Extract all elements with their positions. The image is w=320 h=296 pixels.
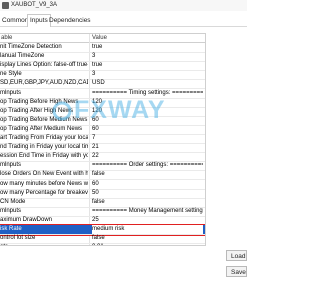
row-value[interactable]: 60 [92, 125, 203, 134]
table-header: able Value [0, 34, 205, 43]
row-value[interactable]: 120 [92, 98, 203, 107]
window-title: XAUBOT_V9_3A [11, 2, 58, 8]
row-value[interactable]: 3 [92, 52, 203, 61]
tab-dependencies[interactable]: Dependencies [47, 15, 93, 26]
row-value[interactable]: 21 [92, 143, 203, 152]
row-variable-name: SD,EUR,GBP,JPY,AUD,NZD,CAD,C... [0, 80, 88, 87]
row-value[interactable]: 25 [92, 216, 203, 225]
row-variable-name: op Trading After Medium News [0, 125, 83, 132]
row-value[interactable]: 7 [92, 134, 203, 143]
inputs-table: able Value nit TimeZone Detection true lan… [0, 33, 206, 246]
tab-strip: Common Inputs Dependencies [0, 14, 247, 27]
row-value[interactable]: false [92, 198, 203, 207]
row-variable-name: ow many Percentage for breakeven p... [0, 189, 88, 196]
row-variable-name: isplay Lines Option: false-off true-on [0, 62, 88, 69]
row-value[interactable]: 50 [92, 189, 203, 198]
row-value[interactable]: 0.01 [92, 243, 203, 245]
row-value[interactable]: true [92, 43, 203, 52]
row-variable-name: ots [0, 243, 88, 245]
row-variable-name: ne Style [0, 71, 22, 78]
row-variable-name: ow many minutes before News we al... [0, 180, 88, 187]
row-value[interactable]: 120 [92, 107, 203, 116]
row-variable-name: CN Mode [0, 198, 26, 205]
row-value[interactable]: ========== Money Management settings: ==… [92, 207, 203, 216]
row-value[interactable]: ========== Timing settings: ========== [92, 89, 203, 98]
row-value[interactable]: true [92, 61, 203, 70]
row-variable-name: ession End Time in Friday with your lo..… [0, 153, 88, 160]
row-variable-name: nit TimeZone Detection [0, 44, 62, 50]
row-value[interactable]: 3 [92, 70, 203, 79]
column-header-value[interactable]: Value [92, 34, 107, 42]
row-variable-name: isk Rate [0, 226, 22, 232]
row-value[interactable]: false [92, 234, 203, 243]
tab-common[interactable]: Common [0, 15, 30, 26]
row-variable-name: op Trading After High News [0, 107, 74, 114]
app-icon [2, 2, 9, 9]
row-variable-name: ontrol lot size [0, 235, 36, 242]
row-variable-name: mlnputs [0, 207, 22, 214]
load-button[interactable]: Load [226, 250, 247, 261]
row-variable-name: mlnputs [0, 162, 22, 169]
row-variable-name: art Trading From Friday your local t... [0, 135, 88, 141]
row-variable-name: aximum DrawDown [0, 216, 53, 223]
table-row[interactable]: ots 0.01 [0, 243, 205, 245]
row-variable-name: op Trading Before Medium News [0, 116, 88, 123]
row-variable-name: op Trading Before High News [0, 98, 79, 105]
row-value[interactable]: medium risk [92, 225, 203, 234]
window-titlebar: XAUBOT_V9_3A [0, 0, 247, 11]
row-variable-name: nd Trading in Friday your local time [0, 144, 88, 151]
row-value[interactable]: false [92, 170, 203, 179]
save-button[interactable]: Save [226, 266, 247, 277]
row-value[interactable]: 22 [92, 152, 203, 161]
row-value[interactable]: ========== Order settings: ========== [92, 161, 203, 170]
column-header-variable[interactable]: able [1, 34, 12, 42]
row-variable-name: mlnputs [0, 89, 22, 96]
row-value[interactable]: 60 [92, 116, 203, 125]
row-value[interactable]: USD [92, 79, 203, 88]
row-variable-name: lanual TimeZone [0, 53, 45, 60]
row-variable-name: lose Orders On New Event with high ... [0, 171, 88, 178]
row-value[interactable]: 60 [92, 180, 203, 189]
